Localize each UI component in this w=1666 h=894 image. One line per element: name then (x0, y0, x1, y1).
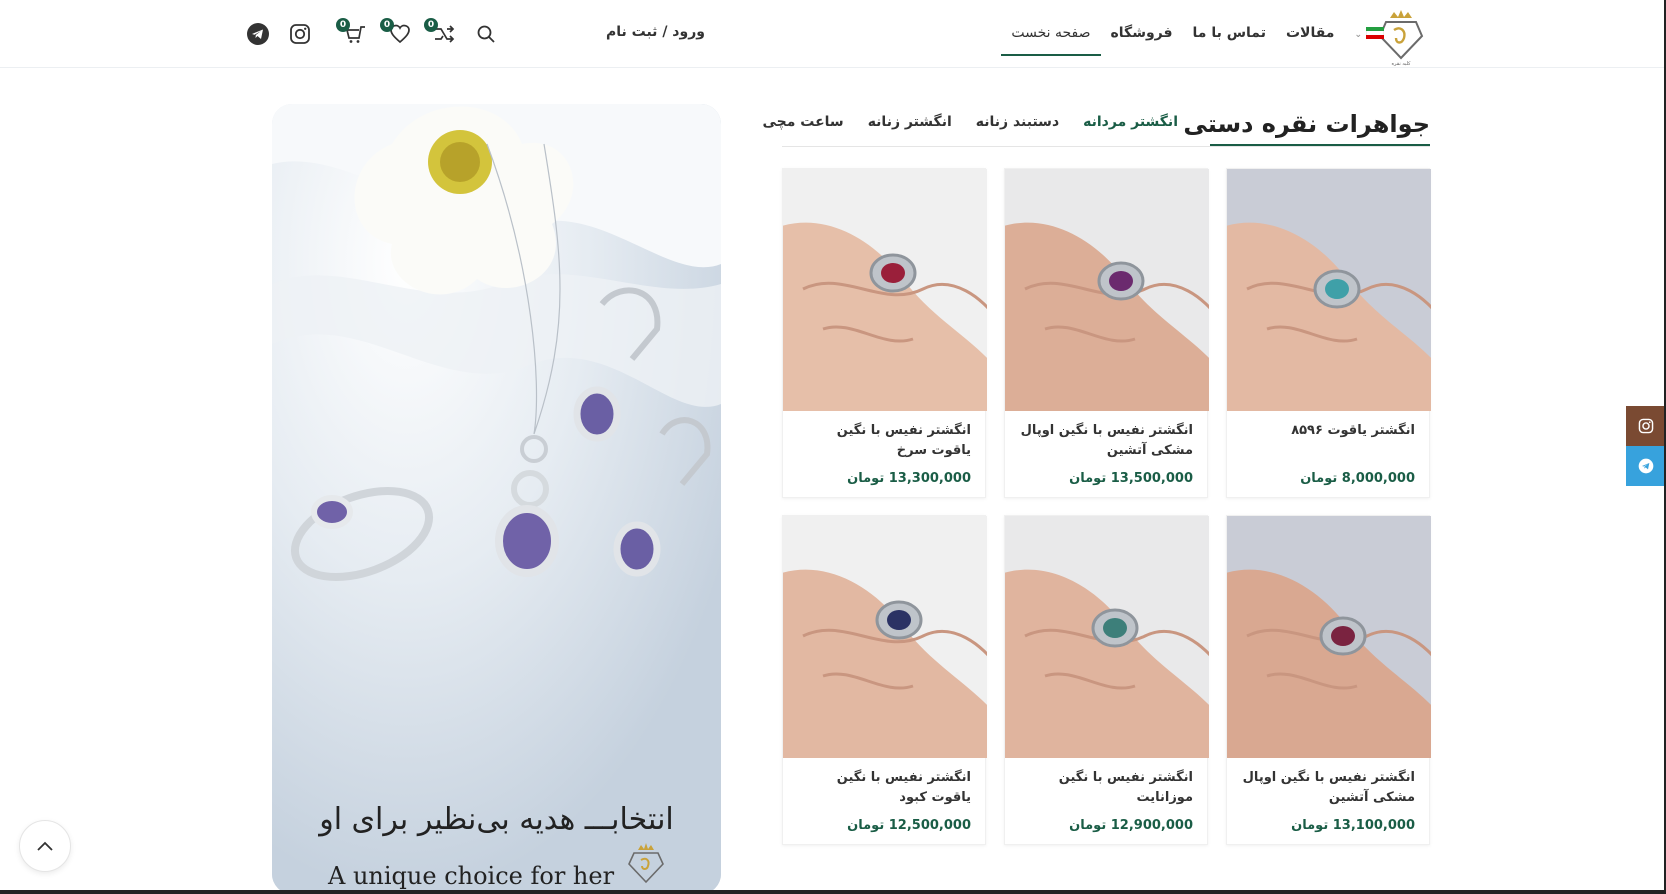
compare-button[interactable]: 0 (424, 18, 458, 48)
product-price: 13,300,000 تومان (847, 471, 971, 486)
instagram-icon (1638, 418, 1654, 434)
jewelry-set-image (272, 104, 721, 894)
chevron-down-icon: ⌄ (1354, 30, 1362, 40)
language-switcher[interactable]: ⌄ (1344, 0, 1394, 68)
scroll-to-top-button[interactable] (19, 820, 71, 872)
category-tabs: انگشتر مردانه دستبند زنانه انگشتر زنانه … (750, 114, 1190, 130)
product-price: 8,000,000 تومان (1300, 471, 1415, 486)
product-price: 13,100,000 تومان (1291, 818, 1415, 833)
product-title[interactable]: انگشتر نفیس با نگین یاقوت سرخ (795, 421, 971, 461)
cart-count-badge: 0 (336, 18, 350, 32)
main-nav: صفحه نخست فروشگاه تماس با ما مقالات ⌄ (1001, 0, 1394, 68)
product-price: 12,900,000 تومان (1069, 818, 1193, 833)
product-title[interactable]: انگشتر یاقوت ۸۵۹۶ (1239, 421, 1415, 441)
telegram-icon (247, 23, 269, 45)
product-card[interactable]: انگشتر نفیس با نگین موزانایت 12,900,000 ت… (1004, 515, 1209, 845)
section-title: جواهرات نقره دستی (1183, 110, 1430, 138)
side-instagram-button[interactable] (1626, 406, 1666, 446)
title-underline (1210, 144, 1430, 146)
side-telegram-button[interactable] (1626, 446, 1666, 486)
product-image[interactable] (1227, 516, 1431, 758)
nav-contact[interactable]: تماس با ما (1183, 0, 1276, 68)
product-card[interactable]: انگشتر نفیس با نگین اوپال مشکی آتشین 13,1… (1226, 515, 1431, 845)
tab-womens-bracelets[interactable]: دستبند زنانه (964, 114, 1071, 130)
product-image[interactable] (783, 169, 987, 411)
compare-count-badge: 0 (424, 18, 438, 32)
product-image[interactable] (1005, 516, 1209, 758)
nav-shop[interactable]: فروشگاه (1101, 0, 1183, 68)
search-button[interactable] (472, 20, 500, 48)
product-card[interactable]: انگشتر نفیس با نگین یاقوت کبود 12,500,000… (782, 515, 987, 845)
banner-logo (628, 843, 664, 884)
iran-flag-icon (1366, 27, 1384, 39)
nav-home[interactable]: صفحه نخست (1001, 0, 1101, 68)
search-icon (477, 25, 495, 43)
wishlist-count-badge: 0 (380, 18, 394, 32)
svg-text:کلبه نقره: کلبه نقره (1391, 61, 1411, 66)
product-card[interactable]: انگشتر یاقوت ۸۵۹۶ 8,000,000 تومان (1226, 168, 1431, 498)
product-image[interactable] (783, 516, 987, 758)
telegram-icon (1638, 458, 1654, 474)
wishlist-button[interactable]: 0 (380, 18, 414, 48)
window-bottom-edge (0, 890, 1666, 894)
product-title[interactable]: انگشتر نفیس با نگین موزانایت (1017, 768, 1193, 808)
product-image[interactable] (1005, 169, 1209, 411)
product-price: 12,500,000 تومان (847, 818, 971, 833)
product-card[interactable]: انگشتر نفیس با نگین یاقوت سرخ 13,300,000 … (782, 168, 987, 498)
product-card[interactable]: انگشتر نفیس با نگین اوپال مشکی آتشین 13,5… (1004, 168, 1209, 498)
promo-banner[interactable]: انتخابـــ هدیه بی‌نظیر برای او A unique … (272, 104, 721, 894)
instagram-link[interactable] (286, 20, 314, 48)
tab-watches[interactable]: ساعت مچی (750, 114, 855, 130)
product-title[interactable]: انگشتر نفیس با نگین اوپال مشکی آتشین (1017, 421, 1193, 461)
product-title[interactable]: انگشتر نفیس با نگین اوپال مشکی آتشین (1239, 768, 1415, 808)
chevron-up-icon (37, 841, 53, 851)
site-header: کلبه نقره صفحه نخست فروشگاه تماس با ما م… (0, 0, 1666, 68)
nav-articles[interactable]: مقالات (1276, 0, 1345, 68)
instagram-icon (290, 24, 310, 44)
tab-womens-rings[interactable]: انگشتر زنانه (856, 114, 964, 130)
tabs-divider (782, 146, 1430, 147)
cart-button[interactable]: 0 (336, 18, 370, 48)
banner-headline-fa: انتخابـــ هدیه بی‌نظیر برای او (319, 802, 674, 837)
banner-headline-en: A unique choice for her (328, 862, 615, 890)
product-price: 13,500,000 تومان (1069, 471, 1193, 486)
product-title[interactable]: انگشتر نفیس با نگین یاقوت کبود (795, 768, 971, 808)
product-image[interactable] (1227, 169, 1431, 411)
tab-mens-rings[interactable]: انگشتر مردانه (1071, 114, 1190, 130)
login-register-link[interactable]: ورود / ثبت نام (606, 24, 705, 40)
telegram-link[interactable] (244, 20, 272, 48)
